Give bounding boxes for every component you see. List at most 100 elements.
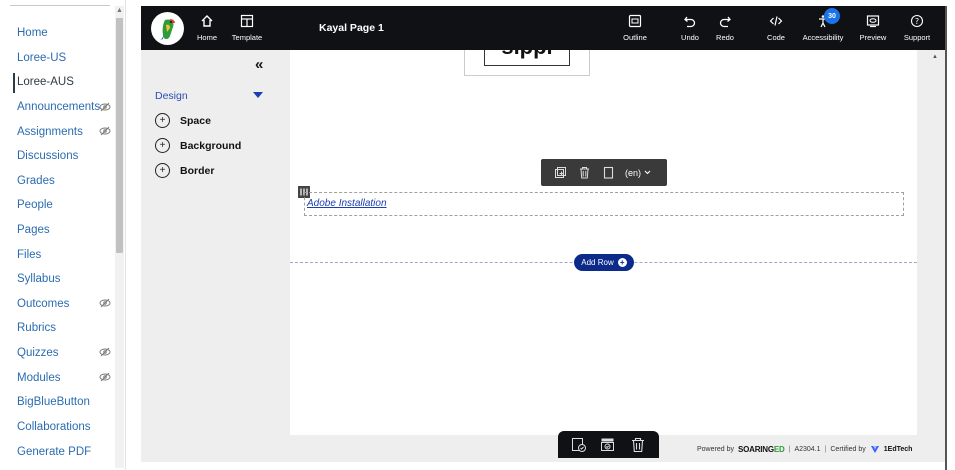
outline-label: Outline	[623, 33, 647, 42]
outline-icon	[628, 14, 642, 28]
discard-button[interactable]	[629, 436, 647, 454]
caret-down-icon[interactable]	[253, 92, 263, 98]
page-title: Kayal Page 1	[319, 22, 384, 34]
home-label: Home	[196, 33, 217, 42]
scroll-up-arrow-icon[interactable]: ▲	[932, 54, 938, 60]
template-button[interactable]: Template	[229, 12, 265, 46]
trash-icon	[579, 167, 589, 179]
element-floating-toolbar: (en)	[541, 159, 667, 186]
nav-item-rubrics[interactable]: Rubrics	[17, 322, 56, 334]
accessibility-label: Accessibility	[802, 33, 844, 42]
nav-item-bigbluebutton[interactable]: BigBlueButton	[17, 396, 90, 408]
scroll-up-arrow-icon[interactable]: ▲	[116, 7, 123, 15]
svg-text:?: ?	[915, 17, 919, 26]
separator: |	[788, 445, 791, 453]
nav-item-loree-aus[interactable]: Loree-AUS	[17, 76, 74, 88]
editor-footer: Powered by SOARINGED | A2304.1 | Certifi…	[141, 431, 945, 462]
design-item-background[interactable]: + Background	[155, 138, 241, 153]
nav-item-people[interactable]: People	[17, 199, 53, 211]
plus-circle-icon: +	[155, 163, 170, 178]
support-button[interactable]: ? Support	[901, 12, 933, 46]
undo-icon	[684, 16, 696, 28]
parrot-logo-icon	[160, 19, 175, 40]
window-edge	[945, 6, 947, 470]
nav-item-discussions[interactable]: Discussions	[17, 150, 78, 162]
image-element[interactable]: sippi	[464, 50, 590, 76]
code-button[interactable]: Code	[764, 12, 788, 46]
editor-toolbar: Home Template Kayal Page 1 Outline Undo …	[141, 6, 945, 50]
plus-circle-icon: +	[617, 258, 627, 267]
nav-item-home[interactable]: Home	[17, 27, 48, 39]
nav-scroll-thumb[interactable]	[116, 18, 123, 253]
certified-by-text: Certified by	[830, 445, 866, 453]
design-panel: « Design + Space + Background + Border	[141, 50, 290, 435]
nav-item-pages[interactable]: Pages	[17, 224, 50, 236]
nav-item-collaborations[interactable]: Collaborations	[17, 421, 91, 433]
nav-item-generate-pdf[interactable]: Generate PDF	[17, 446, 91, 458]
outline-button[interactable]: Outline	[619, 12, 651, 46]
trash-icon	[632, 437, 645, 452]
redo-label: Redo	[716, 33, 734, 42]
nav-item-loree-us[interactable]: Loree-US	[17, 52, 66, 64]
redo-button[interactable]: Redo	[713, 12, 737, 46]
nav-item-assignments[interactable]: Assignments	[17, 126, 83, 138]
editor-canvas[interactable]: sippi (en) Adobe Installation Add Row +	[290, 50, 917, 435]
app-logo[interactable]	[151, 12, 184, 45]
add-row-button[interactable]: Add Row +	[574, 254, 634, 271]
preview-label: Preview	[859, 33, 887, 42]
save-publish-icon	[601, 438, 615, 451]
help-circle-icon: ?	[910, 14, 924, 28]
save-publish-button[interactable]	[599, 436, 617, 454]
undo-button[interactable]: Undo	[678, 12, 702, 46]
nav-item-announcements[interactable]: Announcements	[17, 101, 100, 113]
nav-top-divider	[10, 5, 110, 6]
copy-button[interactable]	[601, 166, 615, 180]
home-button[interactable]: Home	[194, 12, 220, 46]
language-selector[interactable]: (en)	[625, 168, 651, 178]
design-section-label[interactable]: Design	[155, 90, 188, 102]
nav-item-modules[interactable]: Modules	[17, 372, 60, 384]
add-row-label: Add Row	[581, 258, 614, 267]
design-item-border[interactable]: + Border	[155, 163, 214, 178]
language-label: (en)	[625, 167, 642, 178]
canvas-scrollbar[interactable]: ▲	[917, 50, 945, 435]
nav-item-grades[interactable]: Grades	[17, 175, 55, 187]
nav-item-syllabus[interactable]: Syllabus	[17, 273, 60, 285]
redo-icon	[719, 16, 731, 28]
design-item-space[interactable]: + Space	[155, 113, 211, 128]
nav-item-outcomes[interactable]: Outcomes	[17, 298, 69, 310]
course-navigation: Home Loree-US Loree-AUS Announcements As…	[0, 0, 126, 470]
page-icon	[603, 166, 613, 179]
brand-ed-text: ED	[773, 444, 785, 454]
eye-slash-icon	[99, 298, 111, 308]
home-icon	[201, 15, 213, 27]
design-item-label: Border	[180, 164, 215, 177]
certifier-name: 1EdTech	[883, 445, 913, 453]
plus-circle-icon: +	[155, 113, 170, 128]
powered-by-text: Powered by	[697, 445, 734, 453]
template-label: Template	[231, 33, 263, 42]
nav-item-quizzes[interactable]: Quizzes	[17, 347, 59, 359]
separator: |	[824, 445, 827, 453]
adobe-installation-link[interactable]: Adobe Installation	[307, 198, 387, 209]
design-item-label: Background	[180, 139, 242, 152]
soaringed-logo: SOARINGED	[738, 445, 785, 454]
template-icon	[240, 14, 254, 28]
preview-button[interactable]: Preview	[858, 12, 888, 46]
collapse-panel-button[interactable]: «	[255, 56, 263, 73]
nav-item-files[interactable]: Files	[17, 249, 41, 261]
save-draft-icon	[571, 437, 586, 452]
app-root: Home Loree-US Loree-AUS Announcements As…	[0, 0, 955, 470]
nav-scrollbar[interactable]: ▲	[115, 6, 124, 468]
save-draft-button[interactable]	[570, 436, 588, 454]
plus-circle-icon: +	[155, 138, 170, 153]
content-column[interactable]	[304, 192, 904, 216]
delete-button[interactable]	[577, 166, 591, 180]
accessibility-button[interactable]: 30 Accessibility	[801, 8, 845, 46]
page-editor: Home Template Kayal Page 1 Outline Undo …	[141, 6, 945, 462]
design-item-label: Space	[180, 114, 211, 127]
duplicate-button[interactable]	[553, 166, 567, 180]
eye-slash-icon	[99, 102, 111, 112]
code-label: Code	[767, 33, 785, 42]
support-label: Support	[903, 33, 931, 42]
